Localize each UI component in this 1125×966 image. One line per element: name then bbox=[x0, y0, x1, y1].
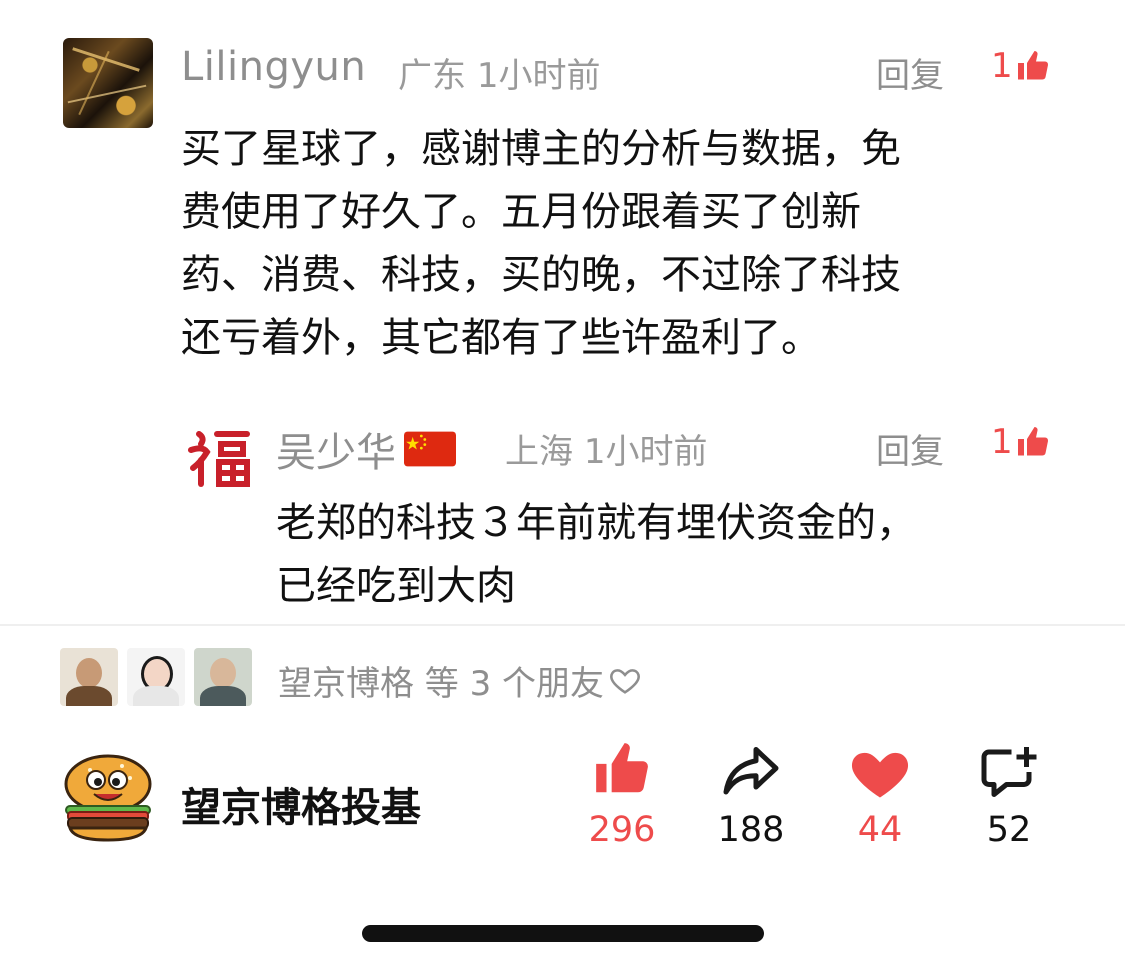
reply-like-count: 1 bbox=[991, 422, 1013, 462]
heart-outline-icon bbox=[610, 668, 640, 694]
share-count: 188 bbox=[717, 810, 785, 850]
divider bbox=[0, 624, 1125, 626]
thumb-up-icon bbox=[596, 743, 648, 793]
share-button[interactable]: 188 bbox=[711, 738, 791, 850]
comment-meta: 广东 1小时前 bbox=[398, 48, 600, 97]
comment-text: 买了星球了，感谢博主的分析与数据，免 费使用了好久了。五月份跟着买了创新 药、消… bbox=[181, 126, 901, 361]
home-indicator[interactable] bbox=[362, 925, 764, 942]
friend-avatar[interactable] bbox=[60, 648, 118, 706]
reply-to-reply-button[interactable]: 回复 bbox=[876, 424, 944, 473]
comment-button[interactable]: 52 bbox=[969, 738, 1049, 850]
commenter-avatar[interactable] bbox=[63, 38, 153, 128]
china-flag-icon bbox=[404, 431, 456, 467]
reply-location: 上海 bbox=[505, 432, 573, 472]
liked-friends-avatars[interactable] bbox=[60, 648, 252, 706]
liked-by-friends[interactable]: 望京博格 等 3 个朋友 bbox=[278, 656, 642, 705]
reply-meta: 上海 1小时前 bbox=[505, 424, 707, 473]
comment-add-icon bbox=[981, 747, 1037, 797]
thumb-up-icon bbox=[1017, 51, 1048, 80]
friend-avatar[interactable] bbox=[194, 648, 252, 706]
comment-like-count: 1 bbox=[991, 46, 1013, 86]
replier-name: 吴少华 bbox=[276, 430, 396, 476]
burger-avatar-icon bbox=[64, 754, 152, 842]
author-avatar[interactable] bbox=[60, 748, 156, 844]
comment-like-button[interactable]: 1 bbox=[991, 46, 1051, 86]
reply-like-button[interactable]: 1 bbox=[991, 422, 1051, 462]
thumb-up-icon bbox=[1017, 427, 1048, 456]
reply-time: 1小时前 bbox=[583, 432, 708, 472]
liked-by-friends-text: 望京博格 等 3 个朋友 bbox=[278, 664, 605, 704]
comment-location: 广东 bbox=[398, 56, 466, 96]
like-count: 296 bbox=[588, 810, 656, 850]
reply-text: 老郑的科技３年前就有埋伏资金的， 已经吃到大肉 bbox=[276, 500, 916, 609]
friend-avatar[interactable] bbox=[127, 648, 185, 706]
author-name[interactable]: 望京博格投基 bbox=[181, 775, 421, 833]
fu-character-icon bbox=[188, 431, 250, 487]
replier-avatar[interactable] bbox=[183, 420, 259, 496]
comment-time: 1小时前 bbox=[476, 56, 601, 96]
reply-button[interactable]: 回复 bbox=[876, 48, 944, 97]
like-button[interactable]: 296 bbox=[582, 738, 662, 850]
share-icon bbox=[723, 747, 779, 795]
replier-name-group[interactable]: 吴少华 bbox=[276, 420, 456, 478]
commenter-name[interactable]: Lilingyun bbox=[181, 44, 366, 90]
heart-icon bbox=[851, 752, 909, 798]
favorite-count: 44 bbox=[857, 810, 903, 850]
comment-count: 52 bbox=[986, 810, 1032, 850]
favorite-button[interactable]: 44 bbox=[840, 738, 920, 850]
